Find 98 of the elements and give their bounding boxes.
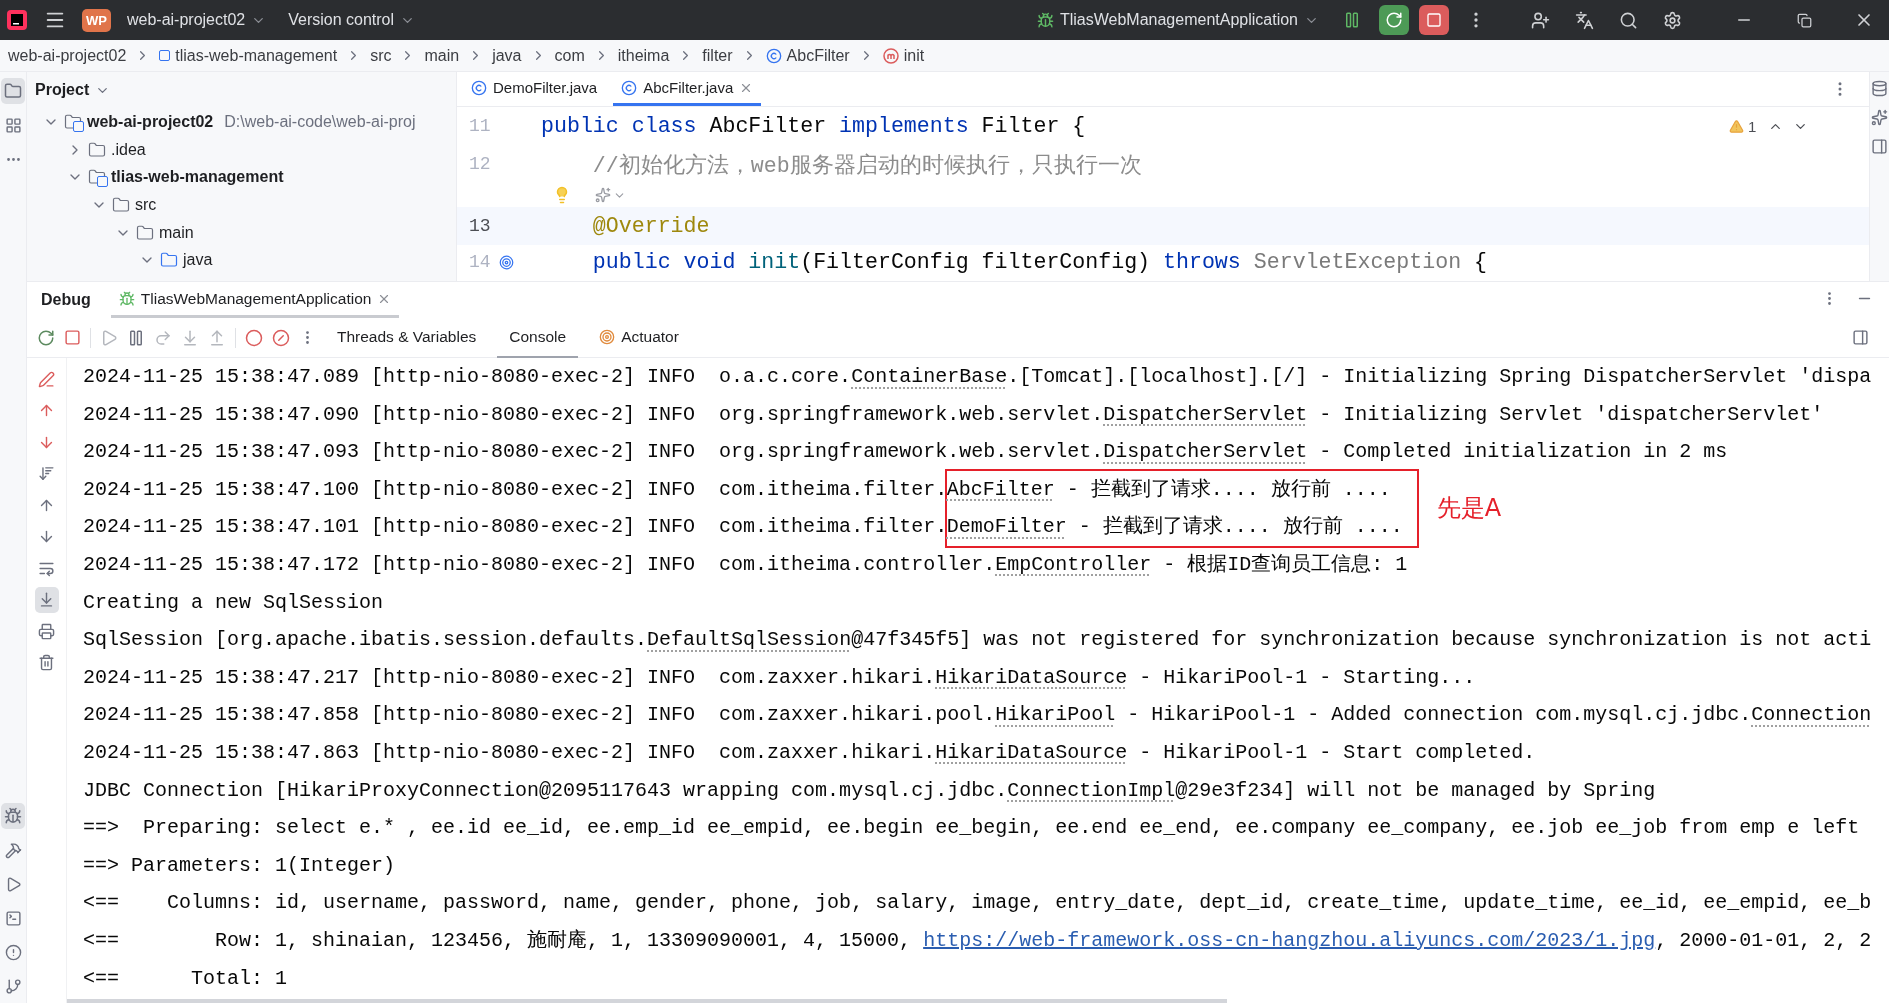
console-line: DemoFilter - 拦截到了请求.... 放行前 .... — [946, 514, 1403, 541]
override-marker-icon[interactable] — [498, 254, 514, 270]
tree-label: java — [183, 251, 213, 270]
breadcrumb[interactable]: src — [370, 46, 392, 65]
mute-breakpoints-icon[interactable] — [272, 328, 290, 347]
breadcrumb[interactable]: main — [424, 46, 460, 65]
console-line: Creating a new SqlSession — [83, 589, 384, 616]
console-line: 2024-11-25 15:38:47.089 [http-nio-8080-exec-2] INFO o.a.c.core.ContainerBase.[Tomcat].[localhost].[/] - Initializing Spring DispatcherServlet 'dispa — [83, 364, 1872, 390]
tab[interactable]: Console — [497, 317, 579, 358]
tab[interactable]: Threads & Variables — [325, 317, 489, 358]
console-line: SqlSession [org.apache.ibatis.session.defaults.DefaultSqlSession@47f345f5] was not registered for synchronization because synchronization is not acti — [83, 627, 1872, 654]
class-icon — [621, 79, 638, 96]
breadcrumb[interactable]: AbcFilter — [765, 46, 850, 65]
console-line: AbcFilter - 拦截到了请求.... 放行前 .... — [946, 476, 1391, 503]
tree-item[interactable]: java — [27, 246, 456, 275]
module-folder-icon — [88, 168, 106, 187]
line-number: 12 — [469, 154, 491, 174]
module-folder-icon — [64, 112, 82, 131]
pause-icon[interactable] — [127, 328, 145, 347]
panel-title[interactable]: Debug — [41, 291, 91, 309]
run-config-dropdown[interactable]: TliasWebManagementApplication — [1030, 7, 1325, 33]
rerun-debug-button[interactable] — [1379, 5, 1409, 35]
tree-item[interactable]: tlias-web-management — [27, 163, 456, 192]
code-line: //初始化方法，web服务器启动的时候执行，只执行一次 — [591, 152, 1143, 179]
code-line: public void init(FilterConfig filterConfig) throws ServletException { — [591, 250, 1488, 274]
breadcrumb[interactable]: itheima — [617, 46, 670, 65]
tree-label: main — [159, 223, 194, 242]
panel-title[interactable]: Project — [35, 81, 90, 99]
tree-item[interactable]: main — [27, 218, 456, 247]
console-line: 2024-11-25 15:38:47.172 [http-nio-8080-exec-2] INFO com.itheima.controller.EmpController - 根据ID查询员工信息: 1 — [83, 551, 1408, 578]
stop-icon[interactable] — [64, 329, 81, 346]
module-icon — [159, 50, 171, 61]
console-line: 2024-11-25 15:38:47.863 [http-nio-8080-exec-2] INFO com.zaxxer.hikari.HikariDataSource - HikariPool-1 - Start completed. — [83, 739, 1536, 766]
scroll-to-end-icon[interactable] — [34, 586, 59, 613]
tree-label: .idea — [111, 140, 146, 159]
console-line: ==> Preparing: select e.* , ee.id ee_id, ee.emp_id ee_empid, ee.begin ee_begin, ee.end ee_end, ee.company ee_company, ee.job ee_job from emp e left — [83, 815, 1860, 842]
breadcrumb[interactable]: com — [554, 46, 585, 65]
stop-icon — [1426, 12, 1442, 28]
annotation-label: 先是A — [1436, 493, 1502, 525]
console-line: 2024-11-25 15:38:47.101 [http-nio-8080-exec-2] INFO com.itheima.filter. — [83, 514, 948, 541]
layout-icon[interactable] — [1852, 329, 1869, 346]
tree-item[interactable]: src — [27, 191, 456, 219]
path-text: D:\web-ai-code\web-ai-proj — [224, 112, 416, 131]
console-line: ==> Parameters: 1(Integer) — [83, 852, 396, 879]
debug-icon[interactable] — [1, 803, 25, 829]
folder-icon[interactable] — [1, 78, 25, 104]
line-number: 14 — [469, 252, 491, 272]
editor-tab[interactable]: AbcFilter.java — [613, 72, 762, 106]
tab[interactable]: Actuator — [587, 317, 691, 358]
code-line: @Override — [591, 214, 711, 238]
editor-tab[interactable]: DemoFilter.java — [463, 72, 606, 106]
breadcrumb[interactable]: tlias-web-management — [159, 46, 338, 65]
folder-icon — [112, 195, 130, 214]
breadcrumb[interactable]: web-ai-project02 — [8, 46, 127, 65]
console-line: 2024-11-25 15:38:47.858 [http-nio-8080-exec-2] INFO com.zaxxer.hikari.pool.HikariPool - HikariPool-1 - Added connection com.mysql.cj.jdbc.Connection — [83, 702, 1872, 729]
console-line: 2024-11-25 15:38:47.217 [http-nio-8080-exec-2] INFO com.zaxxer.hikari.HikariDataSource - HikariPool-1 - Starting... — [83, 664, 1476, 691]
folder-icon — [160, 251, 178, 270]
project-dropdown[interactable]: web-ai-project02 — [120, 7, 273, 33]
folder-icon — [88, 140, 106, 159]
class-icon — [471, 79, 487, 96]
console-line: 2024-11-25 15:38:47.090 [http-nio-8080-exec-2] INFO org.springframework.web.servlet.DispatcherServlet - Initializing Servlet 'dispatcherServlet' — [83, 401, 1824, 428]
link[interactable]: https://web-framework.oss-cn-hangzhou.aliyuncs.com/2023/1.jpg — [923, 928, 1656, 952]
line-number: 11 — [469, 116, 491, 136]
warning-count[interactable]: 1 — [1729, 117, 1869, 135]
target-icon — [599, 328, 616, 345]
sparkle-icon[interactable] — [595, 187, 611, 203]
session-tab[interactable]: TliasWebManagementApplication — [110, 282, 400, 318]
code-line: public class AbcFilter implements Filter { — [541, 114, 1087, 138]
folder-icon — [136, 223, 154, 242]
rerun-icon — [1385, 11, 1403, 29]
bug-icon — [118, 290, 135, 307]
console-line: JDBC Connection [HikariProxyConnection@2095117643 wrapping com.mysql.cj.jdbc.ConnectionImpl@29e3f234] will not be managed by Spring — [83, 777, 1656, 804]
bug-icon — [1036, 11, 1054, 29]
method-icon — [882, 47, 899, 64]
console-line: 2024-11-25 15:38:47.093 [http-nio-8080-exec-2] INFO org.springframework.web.servlet.DispatcherServlet - Completed initialization in 2 ms — [83, 439, 1728, 466]
project-badge: WP — [82, 8, 111, 32]
breadcrumb[interactable]: filter — [702, 46, 733, 65]
breadcrumb[interactable]: java — [492, 46, 522, 65]
rerun-icon[interactable] — [37, 328, 55, 347]
tree-item[interactable]: .idea — [27, 135, 456, 164]
class-icon — [765, 47, 782, 64]
line-number: 13 — [469, 216, 491, 236]
app-logo-icon[interactable] — [6, 9, 28, 31]
console-line: <== Total: 1 — [83, 965, 288, 992]
tree-label: src — [135, 195, 157, 214]
tree-item[interactable]: web-ai-project02 D:\web-ai-code\web-ai-proj — [27, 108, 456, 136]
breakpoints-icon[interactable] — [245, 328, 263, 347]
tree-label: web-ai-project02 — [87, 112, 214, 131]
stop-button[interactable] — [1419, 5, 1449, 35]
breadcrumb[interactable]: init — [882, 46, 925, 65]
vcs-dropdown[interactable]: Version control — [282, 7, 422, 33]
panel-icon[interactable] — [1871, 138, 1888, 155]
console-line: <== Row: 1, shinaian, 123456, 施耐庵, 1, 13309090001, 4, 15000, https://web-framework.oss-cn-hangzhou.aliyuncs.com/2023/1.jpg, 2000-01-01, 2, 2 — [83, 927, 1872, 954]
database-icon[interactable] — [1871, 80, 1888, 97]
console-line: <== Columns: id, username, password, name, gender, phone, job, salary, image, entry_date, dept_id, create_time, update_time, ee_id, ee_empid, ee_b — [83, 890, 1872, 917]
warning-icon — [1729, 118, 1744, 134]
sparkle-icon[interactable] — [1871, 109, 1888, 126]
tree-label: tlias-web-management — [111, 168, 284, 187]
